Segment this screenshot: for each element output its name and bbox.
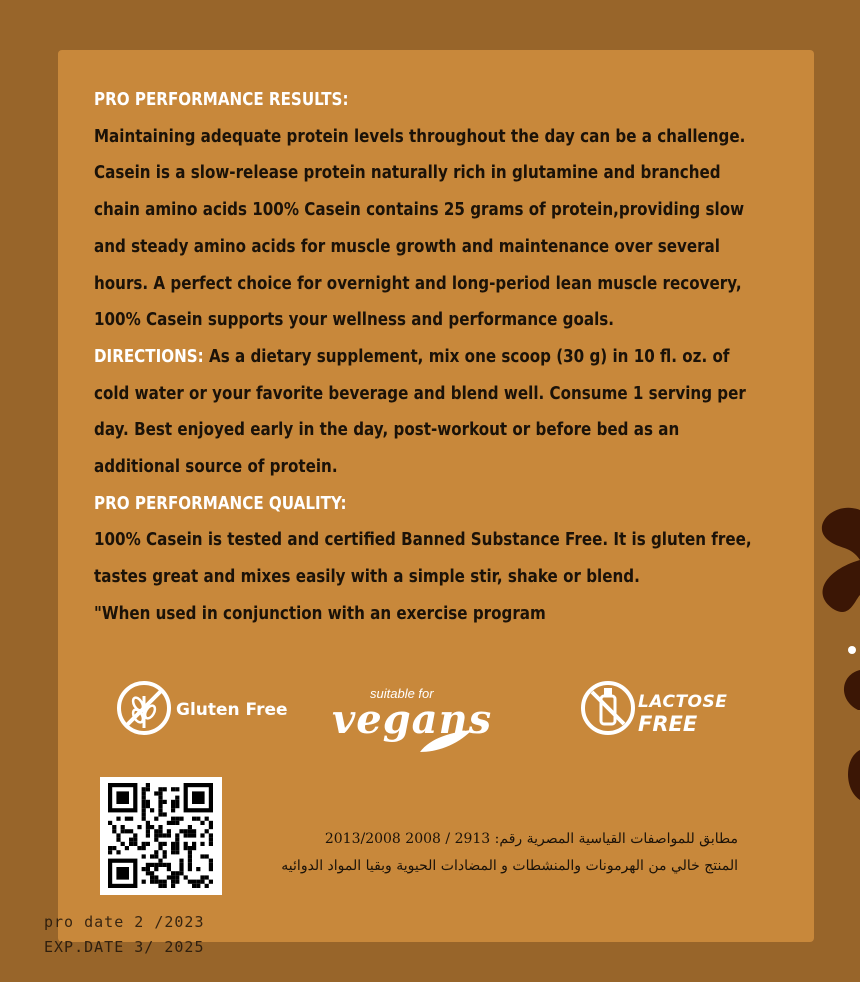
arabic-line-standard: مطابق للمواصفات القياسية المصرية رقم: 29… xyxy=(324,831,738,847)
directions-label: DIRECTIONS: xyxy=(94,346,204,367)
results-line: hours. A perfect choice for overnight an… xyxy=(94,273,742,294)
results-line: 100% Casein supports your wellness and p… xyxy=(94,310,615,331)
results-line: Maintaining adequate protein levels thro… xyxy=(94,126,746,147)
results-line: chain amino acids 100% Casein contains 2… xyxy=(94,200,745,221)
gluten-free-badge: Gluten Free xyxy=(114,678,294,744)
gluten-free-icon xyxy=(117,681,171,735)
production-date: pro date 2 /2023 xyxy=(44,913,205,931)
date-stamp: pro date 2 /2023 EXP.DATE 3/ 2025 xyxy=(44,910,205,960)
quality-line: tastes great and mixes easily with a sim… xyxy=(94,567,640,588)
vegan-badge: suitable for vegans xyxy=(326,678,506,754)
gluten-free-text: Gluten Free xyxy=(176,700,288,720)
quality-heading: PRO PERFORMANCE QUALITY: xyxy=(94,493,347,514)
lactose-free-bottle-icon xyxy=(581,681,635,735)
qr-code xyxy=(100,777,222,895)
product-description: PRO PERFORMANCE RESULTS: Maintaining ade… xyxy=(94,82,782,633)
label-panel: PRO PERFORMANCE RESULTS: Maintaining ade… xyxy=(58,50,814,942)
results-line: Casein is a slow-release protein natural… xyxy=(94,163,721,184)
quality-line: "When used in conjunction with an exerci… xyxy=(94,603,546,624)
expiry-date: EXP.DATE 3/ 2025 xyxy=(44,938,205,956)
directions-line: additional source of protein. xyxy=(94,457,338,478)
free-text: FREE xyxy=(638,712,698,736)
vegan-leaf-icon xyxy=(420,730,472,752)
lactose-text: LACTOSE xyxy=(638,692,728,712)
badge-row: Gluten Free suitable for vegans LACTOSE … xyxy=(58,676,814,752)
results-heading: PRO PERFORMANCE RESULTS: xyxy=(94,90,349,110)
directions-text: As a dietary supplement, mix one scoop (… xyxy=(203,346,730,367)
results-line: and steady amino acids for muscle growth… xyxy=(94,236,720,257)
lactose-free-badge: LACTOSE FREE xyxy=(578,678,758,744)
arabic-line-hormone-free: المنتج خالي من الهرمونات والمنشطات و الم… xyxy=(281,858,738,874)
directions-line: DIRECTIONS: As a dietary supplement, mix… xyxy=(94,339,782,376)
quality-line: 100% Casein is tested and certified Bann… xyxy=(94,530,752,551)
directions-line: day. Best enjoyed early in the day, post… xyxy=(94,420,680,441)
egyptian-standard-notice: مطابق للمواصفات القياسية المصرية رقم: 29… xyxy=(228,826,738,880)
directions-line: cold water or your favorite beverage and… xyxy=(94,383,746,404)
